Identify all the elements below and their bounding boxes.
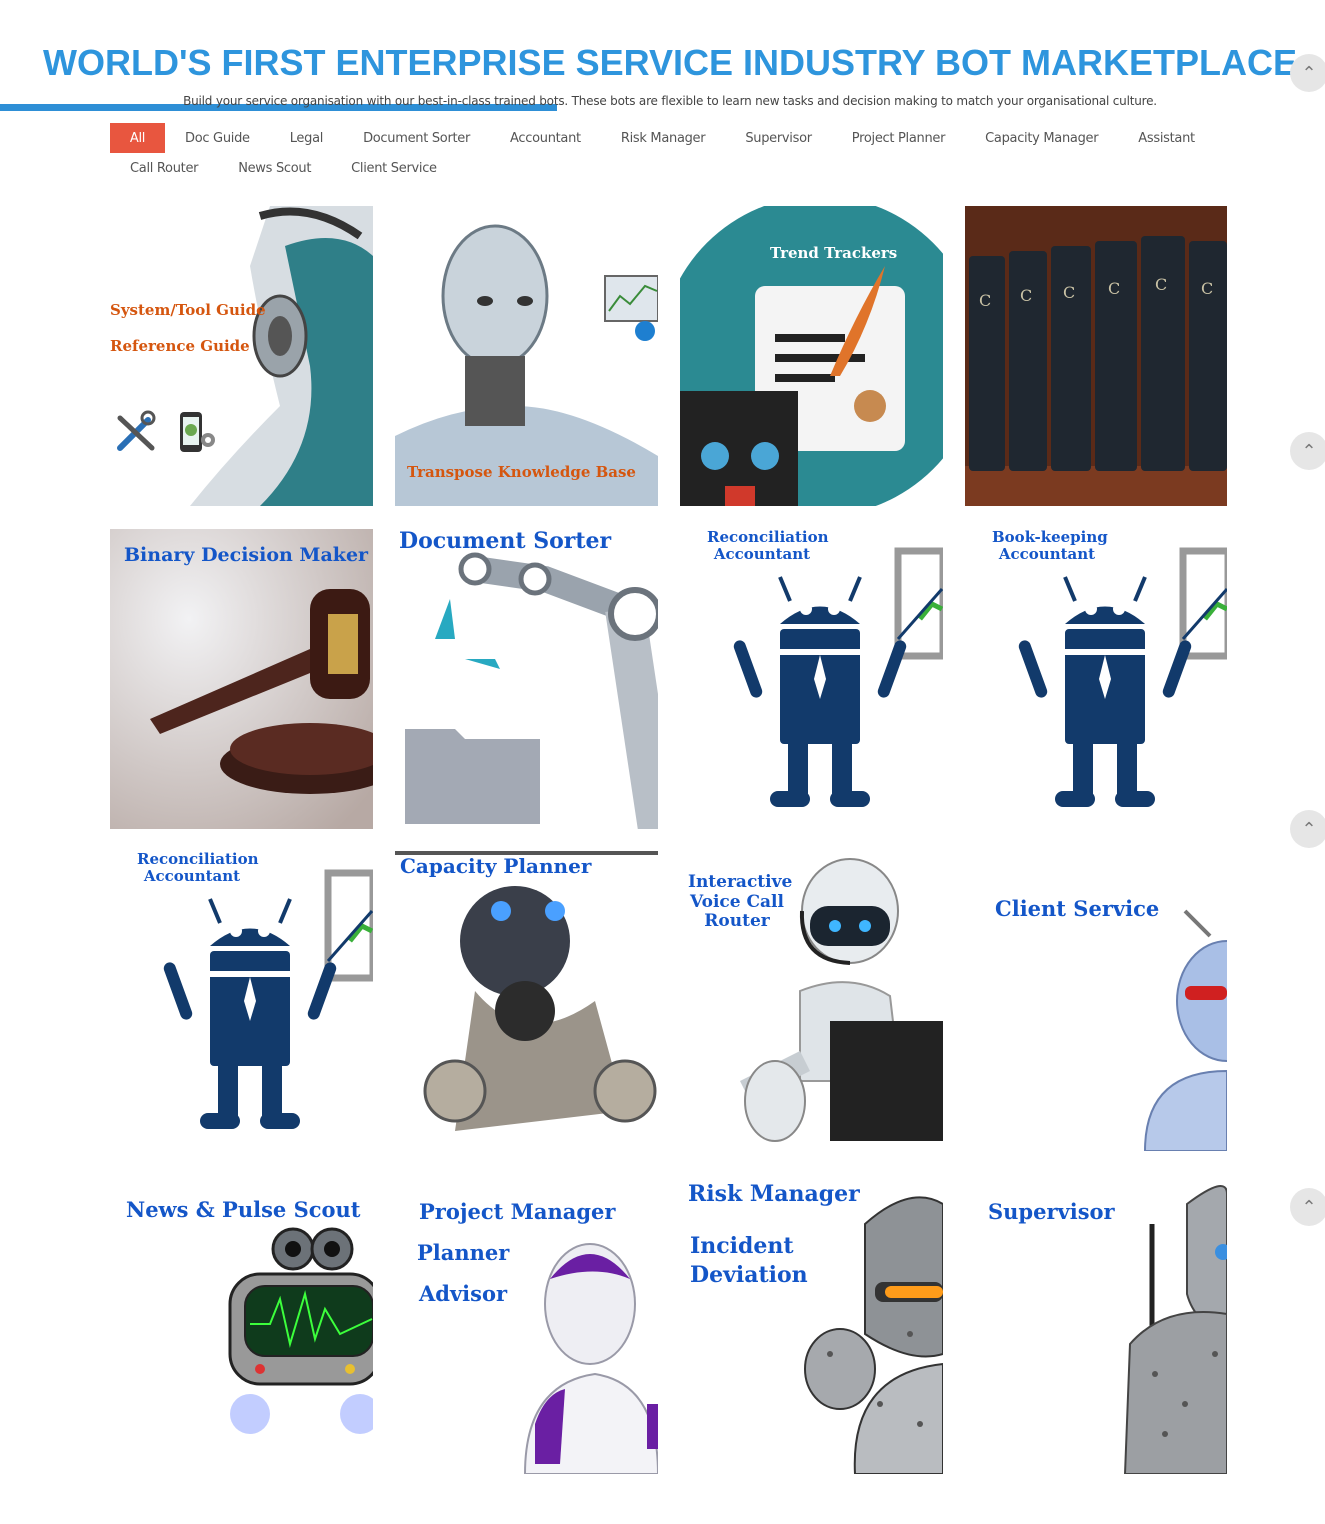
android-accountant-illustration: [110, 851, 373, 1151]
tile-label: Incident: [690, 1233, 794, 1259]
filter-client-service[interactable]: Client Service: [331, 153, 457, 183]
tile-label: Binary Decision Maker: [124, 544, 369, 566]
robot-dog-illustration: [395, 851, 658, 1151]
svg-text:C: C: [979, 291, 991, 310]
tile-label-group: Reconciliation Accountant: [137, 851, 259, 886]
tile-label-line: Voice Call: [690, 891, 784, 912]
bot-card-document-sorter[interactable]: Document Sorter: [395, 529, 658, 829]
tile-label-line: Book-keeping: [992, 529, 1108, 546]
scroll-up-button[interactable]: ⌃: [1290, 810, 1325, 848]
scroll-up-button[interactable]: ⌃: [1290, 1188, 1325, 1226]
filter-row-1: All Doc Guide Legal Document Sorter Acco…: [110, 123, 1230, 153]
svg-text:C: C: [1201, 279, 1213, 298]
tile-label-line: Accountant: [143, 867, 241, 886]
svg-text:C: C: [1155, 275, 1167, 294]
tile-label: System/Tool Guide: [110, 301, 266, 319]
filter-doc-guide[interactable]: Doc Guide: [165, 123, 270, 153]
bot-card-reconciliation-accountant[interactable]: Reconciliation Accountant: [680, 529, 943, 829]
filter-project-planner[interactable]: Project Planner: [832, 123, 965, 153]
bot-card-news-pulse-scout[interactable]: News & Pulse Scout: [110, 1174, 373, 1474]
scroll-up-button[interactable]: ⌃: [1290, 54, 1325, 92]
tile-label: Supervisor: [988, 1199, 1115, 1224]
chevron-up-icon: ⌃: [1301, 440, 1317, 462]
tile-label-line: Accountant: [713, 545, 811, 564]
bot-card-trend-trackers[interactable]: Trend Trackers: [680, 206, 943, 506]
bot-card-system-tool-guide[interactable]: System/Tool Guide Reference Guide: [110, 206, 373, 506]
category-filter-bar: All Doc Guide Legal Document Sorter Acco…: [110, 123, 1230, 183]
chevron-up-icon: ⌃: [1301, 818, 1317, 840]
tile-label: Document Sorter: [399, 529, 612, 554]
chevron-up-icon: ⌃: [1301, 62, 1317, 84]
bot-card-project-manager[interactable]: Project Manager Planner Advisor: [395, 1174, 658, 1474]
svg-text:C: C: [1063, 283, 1075, 302]
tile-label-group: Book-keeping Accountant: [992, 529, 1108, 564]
robotic-arm-folder-illustration: [395, 529, 658, 829]
svg-text:C: C: [1108, 279, 1120, 298]
tile-label: Deviation: [690, 1262, 808, 1288]
bot-card-supervisor[interactable]: Supervisor: [965, 1174, 1227, 1474]
tile-label: Transpose Knowledge Base: [407, 463, 636, 481]
filter-legal[interactable]: Legal: [270, 123, 343, 153]
tile-label: Trend Trackers: [770, 244, 898, 262]
page-title: WORLD'S FIRST ENTERPRISE SERVICE INDUSTR…: [43, 42, 1297, 83]
android-accountant-illustration: [680, 529, 943, 829]
tile-label: Capacity Planner: [400, 854, 592, 878]
bot-card-legal-library[interactable]: C C C C C C: [965, 206, 1227, 506]
tile-label-line: Router: [704, 911, 770, 932]
page-subtitle: Build your service organisation with our…: [183, 94, 1157, 108]
filter-call-router[interactable]: Call Router: [110, 153, 218, 183]
filter-news-scout[interactable]: News Scout: [218, 153, 331, 183]
chevron-up-icon: ⌃: [1301, 1196, 1317, 1218]
tile-label: News & Pulse Scout: [126, 1197, 361, 1222]
gavel-illustration: [110, 529, 373, 829]
thinking-robot-illustration: [395, 206, 658, 506]
tile-label: Project Manager: [419, 1199, 616, 1224]
android-accountant-illustration: [965, 529, 1227, 829]
tile-label-line: Interactive: [688, 872, 793, 892]
bot-card-transpose-knowledge-base[interactable]: Transpose Knowledge Base: [395, 206, 658, 506]
scroll-up-button[interactable]: ⌃: [1290, 432, 1325, 470]
tools-icon: [117, 410, 156, 451]
tile-label: Risk Manager: [688, 1181, 860, 1207]
bot-card-bookkeeping-accountant[interactable]: Book-keeping Accountant: [965, 529, 1227, 829]
svg-text:C: C: [1020, 286, 1032, 305]
filter-row-2: Call Router News Scout Client Service: [110, 153, 1230, 183]
armored-robot-illustration: [680, 1174, 943, 1474]
bot-card-reconciliation-accountant[interactable]: Reconciliation Accountant: [110, 851, 373, 1151]
cyborg-head-illustration: [110, 206, 373, 506]
filter-assistant[interactable]: Assistant: [1118, 123, 1215, 153]
tile-label: Reference Guide: [110, 337, 250, 355]
tile-label-line: Accountant: [998, 545, 1096, 564]
tile-label: Advisor: [419, 1281, 508, 1306]
filter-risk-manager[interactable]: Risk Manager: [601, 123, 725, 153]
filter-document-sorter[interactable]: Document Sorter: [343, 123, 490, 153]
bot-card-interactive-voice-call-router[interactable]: Interactive Voice Call Router: [680, 851, 943, 1151]
mobile-gear-icon: [180, 412, 215, 452]
tile-label: Planner: [417, 1240, 510, 1265]
law-books-shelf-image: C C C C C C: [965, 206, 1227, 506]
tile-label-group: Reconciliation Accountant: [707, 529, 829, 564]
bot-card-risk-manager[interactable]: Risk Manager Incident Deviation: [680, 1174, 943, 1474]
bot-card-client-service[interactable]: Client Service: [965, 851, 1227, 1151]
filter-supervisor[interactable]: Supervisor: [725, 123, 831, 153]
tile-label: Client Service: [995, 896, 1160, 921]
bot-card-capacity-planner[interactable]: Capacity Planner: [395, 851, 658, 1151]
bot-card-binary-decision-maker[interactable]: Binary Decision Maker: [110, 529, 373, 829]
tile-label-line: Reconciliation: [707, 529, 829, 546]
tile-label-line: Reconciliation: [137, 851, 259, 868]
filter-all[interactable]: All: [110, 123, 165, 153]
tile-label-group: Interactive Voice Call Router: [688, 872, 793, 932]
filter-capacity-manager[interactable]: Capacity Manager: [965, 123, 1118, 153]
filter-accountant[interactable]: Accountant: [490, 123, 601, 153]
